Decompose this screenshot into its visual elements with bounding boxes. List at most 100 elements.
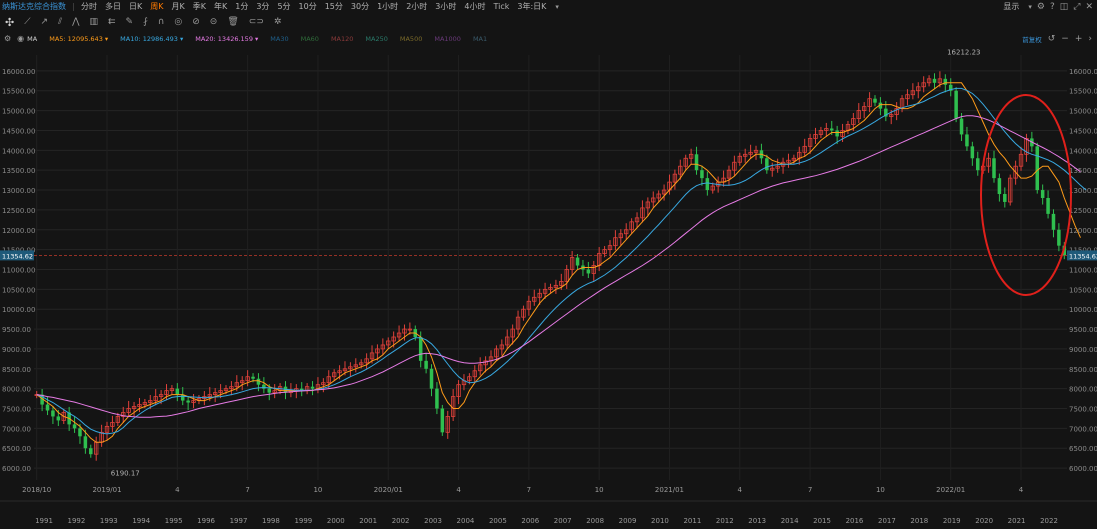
- tab-timeframe[interactable]: 5分: [273, 1, 294, 12]
- candle-body: [970, 146, 975, 159]
- legend-item[interactable]: MA1000: [434, 35, 461, 43]
- plus-icon[interactable]: +: [1075, 34, 1083, 44]
- tab-timeframe[interactable]: 月K: [168, 1, 189, 12]
- legend-item[interactable]: MA500: [400, 35, 422, 43]
- eye-icon[interactable]: ◉: [14, 34, 27, 43]
- measure-tool-icon[interactable]: ▥: [84, 17, 103, 27]
- line-tool-icon[interactable]: ⟋: [19, 17, 35, 27]
- tab-timeframe[interactable]: 2小时: [402, 1, 431, 12]
- settings-small-icon[interactable]: ✲: [269, 17, 287, 27]
- legend-label: MA1: [472, 34, 488, 43]
- legend-label: MA5:: [49, 34, 66, 43]
- year-label: 1997: [230, 517, 248, 525]
- y-tick-label: 6500.00: [1069, 445, 1097, 453]
- legend-item[interactable]: MA: [27, 35, 37, 43]
- candle-body: [51, 410, 55, 417]
- year-label: 2019: [943, 517, 961, 525]
- y-tick-label: 13000.00: [2, 187, 35, 195]
- last-price-label: 11354.62: [2, 252, 33, 260]
- minus-icon[interactable]: −: [1061, 34, 1069, 44]
- legend-item[interactable]: MA5: 12095.643 ▾: [49, 35, 108, 43]
- tab-timeframe[interactable]: Tick: [489, 2, 513, 11]
- year-label: 2011: [683, 517, 701, 525]
- magnet-icon[interactable]: ∩: [153, 17, 170, 27]
- y-tick-label: 16000.00: [2, 68, 35, 76]
- hide-icon[interactable]: ⊘: [187, 17, 205, 27]
- candle-body: [694, 154, 699, 171]
- expand-icon[interactable]: ⤢: [1073, 2, 1080, 12]
- brush-tool-icon[interactable]: ✎: [121, 17, 139, 27]
- symbol-title[interactable]: 纳斯达克综合指数: [0, 1, 70, 12]
- legend-item[interactable]: MA1: [473, 35, 487, 43]
- year-label: 2004: [457, 517, 475, 525]
- camera-icon[interactable]: ◫: [1060, 2, 1069, 12]
- lock-icon[interactable]: ⊝: [205, 17, 223, 27]
- crosshair-icon[interactable]: ✣: [0, 16, 19, 29]
- arrow-tool-icon[interactable]: ⇇: [103, 17, 121, 27]
- legend-item[interactable]: MA10: 12986.493 ▾: [120, 35, 183, 43]
- help-icon[interactable]: ?: [1050, 2, 1055, 12]
- zigzag-tool-icon[interactable]: ⋀: [67, 17, 84, 27]
- gear-icon[interactable]: ⚙: [1037, 2, 1045, 12]
- legend-item[interactable]: MA30: [270, 35, 288, 43]
- trend-tool-icon[interactable]: ↗: [36, 17, 54, 27]
- tab-timeframe[interactable]: 日K: [125, 1, 146, 12]
- adjust-button[interactable]: 前复权: [1022, 34, 1042, 44]
- settings-icon[interactable]: ⚙: [0, 34, 14, 43]
- toggle-icon[interactable]: ⊂⊃: [244, 17, 269, 27]
- legend-value: 12095.643 ▾: [65, 34, 109, 43]
- drawing-toolbar: ✣ ⟋ ↗ ⫽ ⋀ ▥ ⇇ ✎ ⨏ ∩ ◎ ⊘ ⊝ 🗑 ⊂⊃ ✲: [0, 14, 1097, 30]
- y-tick-label: 8000.00: [2, 386, 31, 394]
- year-label: 2014: [781, 517, 799, 525]
- x-tick-label: 2018/10: [22, 486, 51, 494]
- year-label: 2017: [878, 517, 896, 525]
- tab-timeframe[interactable]: 30分: [347, 1, 373, 12]
- trash-icon[interactable]: 🗑: [222, 17, 243, 27]
- tab-timeframe[interactable]: 1小时: [373, 1, 402, 12]
- tab-timeframe[interactable]: 多日: [101, 1, 125, 12]
- tab-timeframe[interactable]: 年K: [210, 1, 231, 12]
- tab-timeframe[interactable]: 季K: [189, 1, 210, 12]
- legend-label: MA120: [330, 34, 354, 43]
- y-tick-label: 9000.00: [2, 346, 31, 354]
- tab-timeframe[interactable]: 4小时: [460, 1, 489, 12]
- chevron-right-icon[interactable]: ›: [1088, 34, 1092, 44]
- tab-timeframe[interactable]: 分时: [77, 1, 101, 12]
- legend-item[interactable]: MA250: [365, 35, 387, 43]
- year-label: 1998: [262, 517, 280, 525]
- year-label: 1995: [165, 517, 183, 525]
- candle-body: [705, 178, 710, 191]
- legend-item[interactable]: MA60: [301, 35, 319, 43]
- legend-item[interactable]: MA20: 13426.159 ▾: [195, 35, 258, 43]
- y-axis-right: 6000.00 6500.00 7000.00 7500.00 8000.00 8500.…: [1069, 68, 1097, 473]
- display-menu[interactable]: 显示: [999, 1, 1023, 12]
- year-label: 2010: [651, 517, 669, 525]
- min-price-label: 6190.17: [111, 470, 140, 478]
- tab-timeframe[interactable]: 1分: [231, 1, 252, 12]
- y-tick-label: 12500.00: [1069, 207, 1097, 215]
- tab-timeframe[interactable]: 3分: [252, 1, 273, 12]
- chevron-down-icon[interactable]: ▾: [550, 3, 564, 11]
- eye-icon[interactable]: ◎: [169, 17, 187, 27]
- candle-body: [954, 90, 958, 119]
- undo-icon[interactable]: ↺: [1048, 34, 1056, 44]
- legend-item[interactable]: MA120: [331, 35, 353, 43]
- tab-timeframe[interactable]: 3小时: [431, 1, 460, 12]
- y-tick-label: 13500.00: [2, 167, 35, 175]
- tab-timeframe[interactable]: 10分: [295, 1, 321, 12]
- candle-body: [992, 158, 996, 179]
- y-tick-label: 12000.00: [1069, 227, 1097, 235]
- close-icon[interactable]: ✕: [1085, 2, 1093, 12]
- y-tick-label: 10500.00: [1069, 286, 1097, 294]
- max-price-label: 16212.23: [947, 48, 980, 56]
- tab-timeframe[interactable]: 周K: [146, 1, 167, 12]
- candle-body: [72, 424, 77, 429]
- candle-body: [310, 386, 315, 389]
- chevron-down-icon[interactable]: ▾: [1028, 3, 1032, 11]
- text-tool-icon[interactable]: ⨏: [138, 17, 153, 27]
- range-select[interactable]: 3年:日K: [513, 1, 550, 12]
- parallel-tool-icon[interactable]: ⫽: [53, 17, 67, 27]
- x-tick-label: 4: [1019, 486, 1024, 494]
- tab-timeframe[interactable]: 15分: [321, 1, 347, 12]
- candlestick-chart[interactable]: 6000.00 6500.00 7000.00 7500.00 8000.00 8500.…: [0, 45, 1097, 529]
